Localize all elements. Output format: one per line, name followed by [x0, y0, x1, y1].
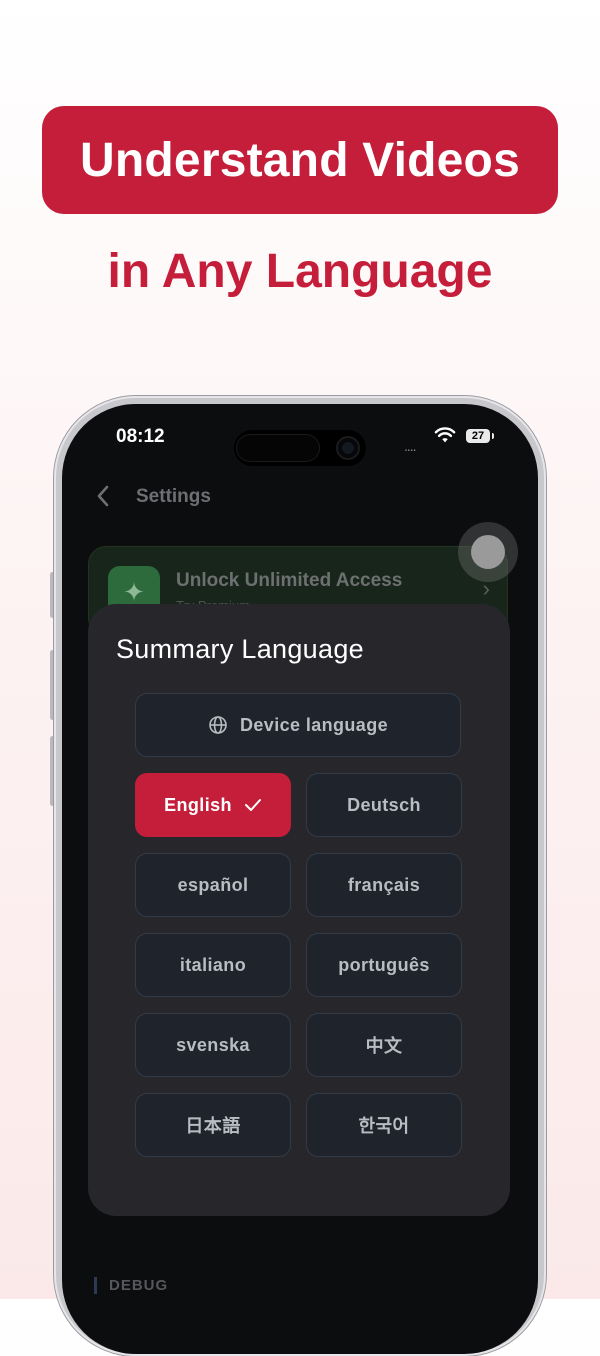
back-chevron-icon[interactable] [90, 482, 118, 510]
language-label: italiano [179, 954, 247, 975]
wifi-icon [434, 427, 456, 443]
language-option-italiano[interactable]: italiano [135, 933, 291, 997]
language-option-espanol[interactable]: español [135, 853, 291, 917]
page-title: Settings [136, 486, 211, 507]
device-language-label: Device language [239, 714, 389, 735]
island-pill [236, 434, 320, 462]
assistive-touch-button[interactable] [458, 522, 518, 582]
dynamic-island [234, 430, 366, 466]
device-language-button[interactable]: Device language [135, 693, 461, 757]
subheadline-text: in Any Language [107, 245, 493, 298]
language-option-svenska[interactable]: svenska [135, 1013, 291, 1077]
language-label: svenska [176, 1034, 250, 1055]
headline-banner: Understand Videos [42, 106, 558, 214]
signal-icon: .... [404, 438, 417, 454]
language-option-portugues[interactable]: português [306, 933, 462, 997]
language-label: 한국어 [358, 1116, 410, 1136]
language-label: español [177, 874, 249, 895]
battery-icon: 27 [466, 429, 494, 443]
language-label: français [347, 874, 421, 895]
summary-language-sheet: Summary Language Device language English… [88, 604, 510, 1216]
language-label: 中文 [365, 1036, 403, 1056]
status-time: 08:12 [116, 426, 165, 447]
battery-level: 27 [471, 430, 485, 442]
language-option-english[interactable]: English [135, 773, 291, 837]
language-option-korean[interactable]: 한국어 [306, 1093, 462, 1157]
checkmark-icon [244, 799, 261, 811]
globe-icon [209, 716, 227, 734]
phone-screen: 08:12 .... 27 Settings ✦ Unlock Unlimite… [62, 404, 538, 1354]
language-option-deutsch[interactable]: Deutsch [306, 773, 462, 837]
status-bar: 08:12 .... 27 [62, 404, 538, 474]
language-option-chinese[interactable]: 中文 [306, 1013, 462, 1077]
language-label: Deutsch [347, 794, 421, 815]
language-option-francais[interactable]: français [306, 853, 462, 917]
sheet-title: Summary Language [116, 634, 364, 664]
language-option-japanese[interactable]: 日本語 [135, 1093, 291, 1157]
debug-section-header: DEBUG [94, 1277, 168, 1294]
language-label: português [338, 954, 430, 975]
headline-text: Understand Videos [80, 133, 520, 187]
language-label: English [164, 794, 232, 815]
premium-title: Unlock Unlimited Access [176, 570, 403, 591]
language-label: 日本語 [185, 1116, 241, 1136]
navigation-bar: Settings [62, 476, 538, 520]
camera-icon [338, 438, 358, 458]
